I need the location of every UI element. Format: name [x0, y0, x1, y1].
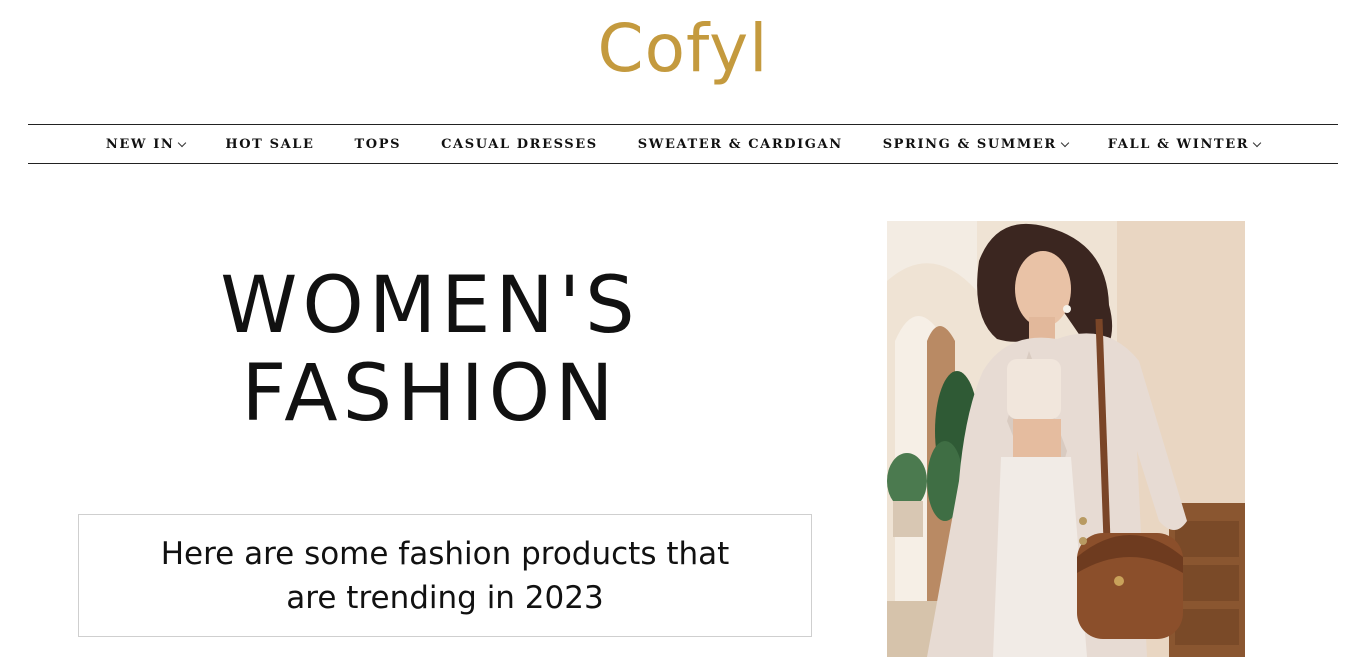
hero-model-photo[interactable] [887, 221, 1245, 657]
nav-item-fall-winter[interactable]: FALL & WINTER [1107, 136, 1262, 152]
nav-item-label: HOT SALE [225, 136, 315, 152]
hero-callout-box: Here are some fashion products that are … [78, 514, 812, 637]
chevron-down-icon [1060, 138, 1069, 147]
main-navigation: NEW IN HOT SALE TOPS CASUAL DRESSES SWEA… [28, 124, 1338, 164]
nav-item-new-in[interactable]: NEW IN [105, 136, 187, 152]
nav-item-sweater-cardigan[interactable]: SWEATER & CARDIGAN [638, 137, 843, 152]
nav-item-tops[interactable]: TOPS [355, 137, 402, 152]
nav-item-label: FALL & WINTER [1107, 136, 1250, 152]
nav-item-label: TOPS [354, 136, 402, 152]
model-illustration [887, 221, 1245, 657]
nav-item-label: NEW IN [105, 136, 175, 152]
hero-title-line-2: FASHION [241, 349, 619, 439]
page: Cofyl NEW IN HOT SALE TOPS CASUAL DRESSE… [0, 0, 1366, 657]
nav-item-spring-summer[interactable]: SPRING & SUMMER [882, 136, 1069, 152]
nav-item-hot-sale[interactable]: HOT SALE [225, 137, 314, 152]
chevron-down-icon [178, 138, 187, 147]
hero-title: WOMEN'S FASHION [150, 262, 710, 438]
hero-title-line-1: WOMEN'S [220, 261, 640, 351]
nav-item-label: SWEATER & CARDIGAN [637, 136, 843, 152]
hero-subtitle: Here are some fashion products that are … [160, 535, 730, 616]
chevron-down-icon [1252, 138, 1262, 147]
site-logo[interactable]: Cofyl [0, 8, 1366, 90]
nav-item-label: CASUAL DRESSES [441, 136, 598, 152]
nav-item-casual-dresses[interactable]: CASUAL DRESSES [441, 137, 598, 152]
nav-item-label: SPRING & SUMMER [882, 136, 1057, 152]
